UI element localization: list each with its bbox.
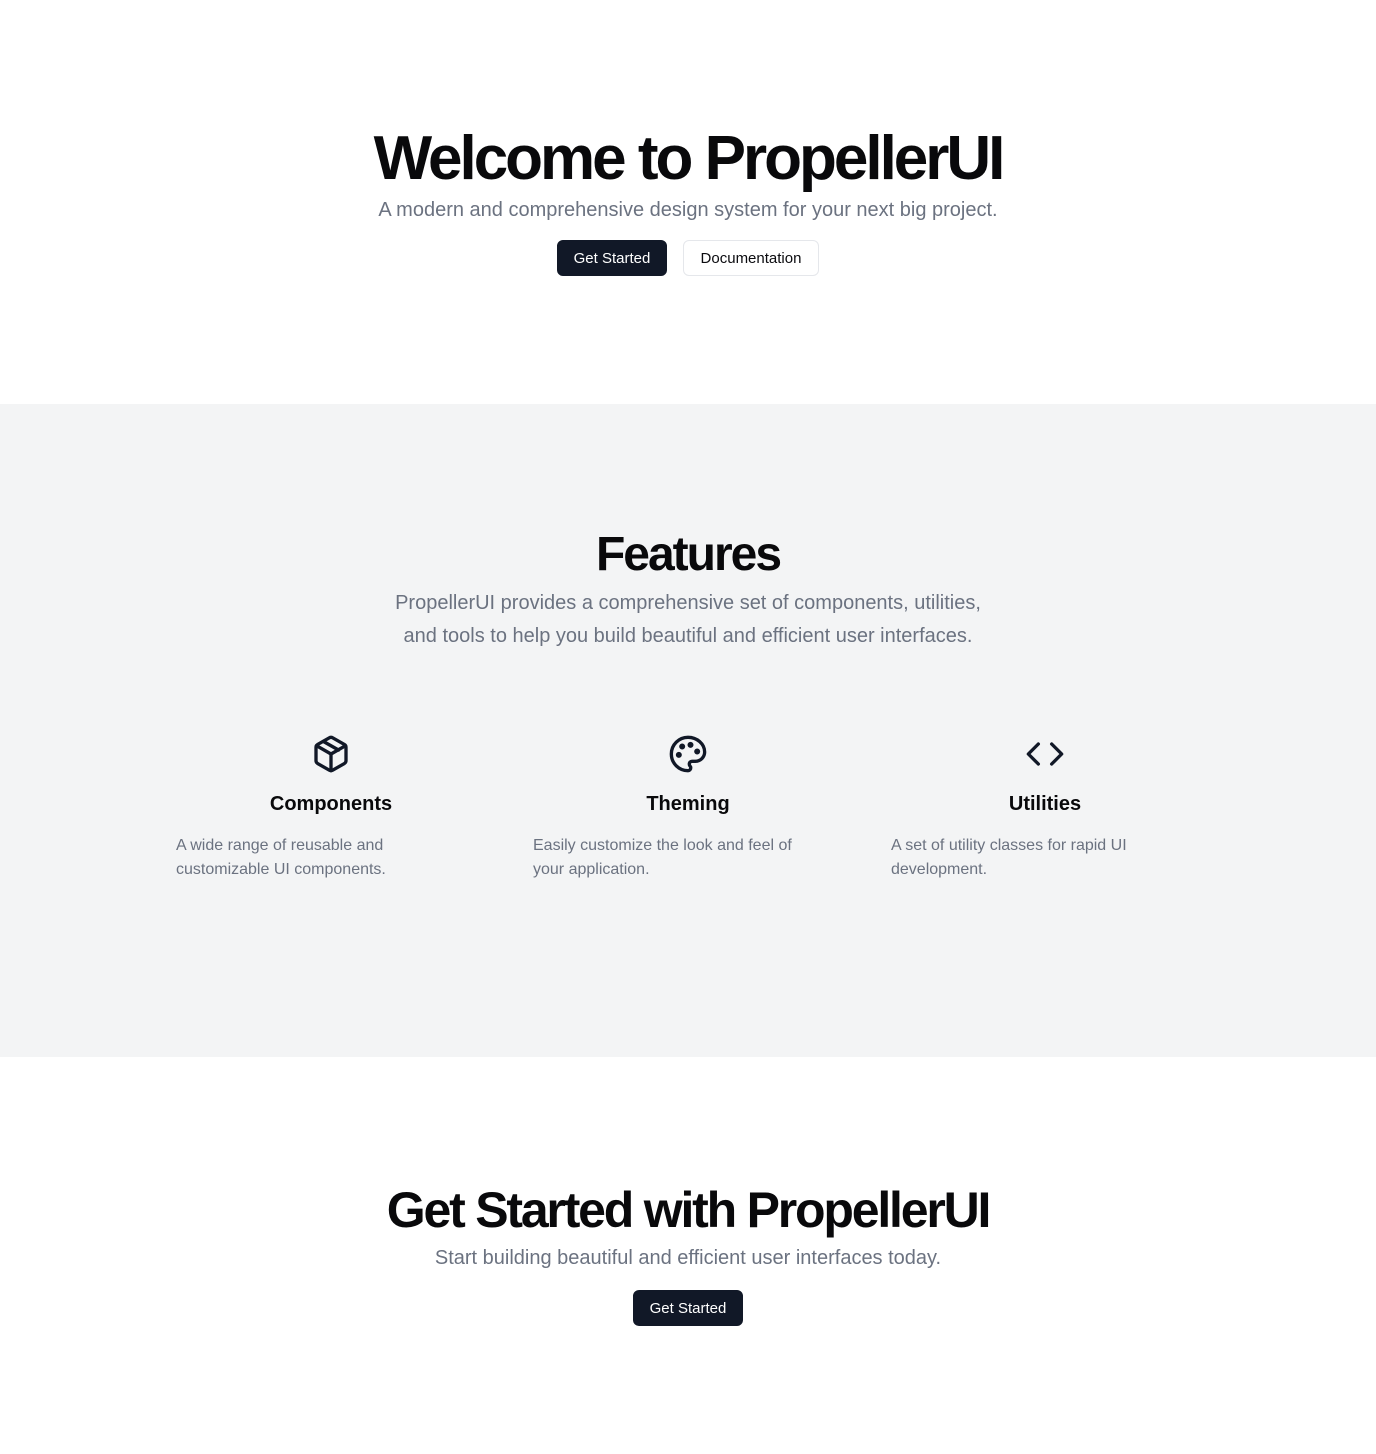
hero-title: Welcome to PropellerUI	[373, 124, 1006, 193]
feature-title: Components	[269, 793, 393, 815]
hero-section: Welcome to PropellerUI A modern and comp…	[0, 0, 1376, 404]
feature-description: Easily customize the look and feel of yo…	[533, 837, 792, 878]
documentation-button[interactable]: Documentation	[683, 240, 819, 276]
get-started-button[interactable]: Get Started	[557, 240, 667, 276]
code-icon	[1025, 734, 1065, 774]
features-title: Features	[595, 528, 782, 581]
cta-subtitle: Start building beautiful and efficient u…	[434, 1247, 942, 1269]
features-description: PropellerUI provides a comprehensive set…	[395, 592, 981, 647]
hero-subtitle: A modern and comprehensive design system…	[378, 199, 998, 221]
cta-title: Get Started with PropellerUI	[386, 1182, 992, 1238]
package-icon	[311, 734, 351, 774]
cta-get-started-button[interactable]: Get Started	[633, 1290, 743, 1326]
feature-title: Theming	[646, 793, 730, 815]
features-section: Features PropellerUI provides a comprehe…	[0, 404, 1376, 1057]
feature-title: Utilities	[1008, 793, 1082, 815]
cta-section: Get Started with PropellerUI Start build…	[0, 1057, 1376, 1454]
feature-description: A set of utility classes for rapid UI de…	[891, 837, 1127, 878]
feature-description: A wide range of reusable and customizabl…	[176, 837, 386, 878]
palette-icon	[668, 734, 708, 774]
